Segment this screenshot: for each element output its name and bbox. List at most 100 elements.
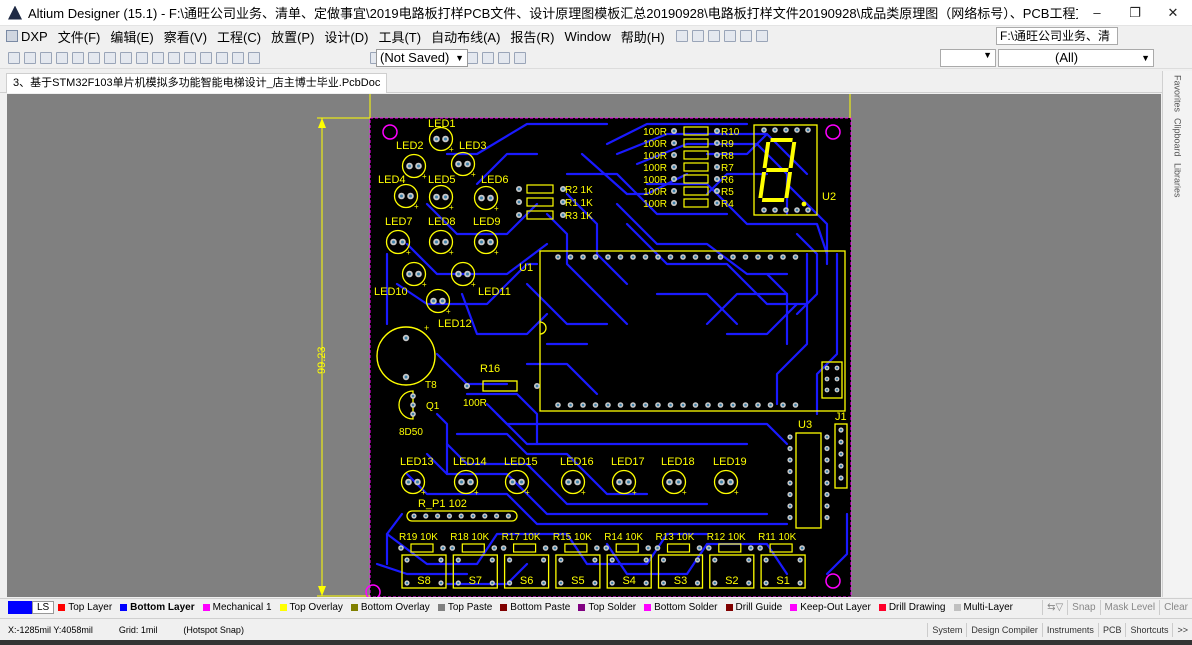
place-text-icon[interactable]: [707, 30, 720, 42]
zoom-fit-icon[interactable]: [88, 51, 100, 64]
pad-hole: [644, 255, 647, 259]
grid-icon[interactable]: [755, 30, 768, 42]
browse-icon[interactable]: [248, 51, 260, 64]
layer-tab-label: Bottom Solder: [654, 601, 718, 613]
menu-window[interactable]: Window: [559, 29, 615, 44]
layer-tab-drill-guide[interactable]: Drill Guide: [722, 602, 787, 613]
panel-button-system[interactable]: System: [927, 622, 966, 637]
panel-tab-libraries[interactable]: Libraries: [1173, 163, 1183, 198]
pad-hole: [439, 558, 443, 562]
pcb-workspace[interactable]: 99.23 + LED1 + LED2 + LED3 + LED4 + LED5 + LED6 + LED…: [7, 94, 1161, 597]
panel-button-pcb[interactable]: PCB: [1097, 622, 1126, 637]
mask-level-button[interactable]: Mask Level: [1099, 599, 1160, 615]
menu-project[interactable]: 工程(C): [212, 27, 266, 46]
layer-tab-mechanical-1[interactable]: Mechanical 1: [199, 602, 276, 613]
align-icon[interactable]: [691, 30, 704, 42]
place-string-icon[interactable]: [498, 51, 510, 64]
menu-file[interactable]: 文件(F): [53, 27, 106, 46]
move-icon[interactable]: [168, 51, 180, 64]
menu-view[interactable]: 察看(V): [159, 27, 212, 46]
pad-hole: [412, 514, 416, 518]
undo-icon[interactable]: [200, 51, 212, 64]
snap-button[interactable]: Snap: [1067, 599, 1099, 615]
menu-place[interactable]: 放置(P): [266, 27, 319, 46]
close-button[interactable]: ✕: [1154, 5, 1192, 21]
led15-pad-k-hole: [520, 480, 523, 484]
led13-pad-a-hole: [407, 480, 410, 484]
side-panel-tabs: Favorites Clipboard Libraries: [1162, 71, 1192, 597]
led4-pad-a-hole: [400, 194, 403, 198]
layer-tab-top-paste[interactable]: Top Paste: [434, 602, 496, 613]
cut-icon[interactable]: [104, 51, 116, 64]
pad-hole: [556, 403, 560, 407]
layer-tab-bottom-paste[interactable]: Bottom Paste: [496, 602, 574, 613]
pad-hole: [544, 546, 547, 550]
align-distribute-icon[interactable]: [723, 30, 736, 42]
layer-select[interactable]: ▼: [940, 49, 996, 67]
filter-select[interactable]: (All) ▼: [998, 49, 1154, 67]
open-icon[interactable]: [24, 51, 36, 64]
pad-hole: [457, 558, 460, 562]
layer-tab-bottom-solder[interactable]: Bottom Solder: [640, 602, 721, 613]
menu-help[interactable]: 帮助(H): [616, 27, 670, 46]
menu-tools[interactable]: 工具(T): [373, 27, 426, 46]
layer-tab-top-layer[interactable]: Top Layer: [54, 602, 116, 613]
paste-icon[interactable]: [136, 51, 148, 64]
expand-panels-icon[interactable]: >>: [1172, 622, 1192, 637]
panel-tab-clipboard[interactable]: Clipboard: [1173, 118, 1183, 157]
panel-button-shortcuts[interactable]: Shortcuts: [1125, 622, 1172, 637]
dxp-icon: [6, 30, 18, 42]
restore-button[interactable]: ❐: [1116, 5, 1154, 21]
document-tab[interactable]: 3、基于STM32F103单片机模拟多功能智能电梯设计_店主博士毕业.PcbDo…: [6, 73, 388, 93]
layer-tab-bottom-layer[interactable]: Bottom Layer: [116, 602, 198, 613]
panel-tab-favorites[interactable]: Favorites: [1173, 75, 1183, 112]
pad-hole: [581, 403, 585, 407]
menu-autoroute[interactable]: 自动布线(A): [426, 27, 505, 46]
minimize-button[interactable]: –: [1078, 5, 1116, 20]
pad-hole: [694, 255, 697, 259]
layer-tab-drill-drawing[interactable]: Drill Drawing: [875, 602, 950, 613]
led17-pad-a-hole: [618, 480, 621, 484]
filter-select-value: (All): [1055, 50, 1079, 65]
led4-polarity: +: [414, 202, 419, 211]
redo-icon[interactable]: [216, 51, 228, 64]
layer-tab-bottom-overlay[interactable]: Bottom Overlay: [347, 602, 434, 613]
menu-dxp[interactable]: DXP: [0, 29, 53, 44]
place-component-icon[interactable]: [482, 51, 494, 64]
clear-button[interactable]: Clear: [1159, 599, 1192, 615]
room-icon[interactable]: [739, 30, 752, 42]
pad-hole: [798, 558, 802, 562]
pad-hole: [744, 403, 747, 407]
zoom-icon[interactable]: [72, 51, 84, 64]
led11-polarity: +: [471, 280, 476, 289]
layer-tab-keep-out[interactable]: Keep-Out Layer: [786, 602, 875, 613]
menu-edit[interactable]: 编辑(E): [105, 27, 158, 46]
layer-scroll-icon[interactable]: ⇆▽: [1042, 599, 1067, 615]
layer-color-icon: [953, 603, 961, 611]
pad-hole: [825, 493, 829, 496]
menu-reports[interactable]: 报告(R): [505, 27, 559, 46]
pad-hole: [581, 255, 585, 259]
pcb-canvas[interactable]: 99.23 +LED1+LED2+LED3+LED4+LED5+LED6+LED…: [7, 94, 1161, 597]
layer-tab-multi-layer[interactable]: Multi-Layer: [950, 602, 1017, 613]
pad-hole: [747, 581, 750, 585]
place-coordinate-icon[interactable]: [514, 51, 526, 64]
project-path-box[interactable]: F:\通旺公司业务、清: [996, 27, 1118, 45]
print-icon[interactable]: [56, 51, 68, 64]
deselect-icon[interactable]: [184, 51, 196, 64]
new-icon[interactable]: [8, 51, 20, 64]
layer-tab-top-solder[interactable]: Top Solder: [574, 602, 640, 613]
layer-tab-top-overlay[interactable]: Top Overlay: [276, 602, 347, 613]
save-icon[interactable]: [40, 51, 52, 64]
interactive-route-icon[interactable]: [675, 30, 688, 42]
menu-design[interactable]: 设计(D): [319, 27, 373, 46]
panel-button-design-compiler[interactable]: Design Compiler: [966, 622, 1042, 637]
variant-select[interactable]: (Not Saved) ▼: [376, 49, 468, 67]
current-layer-swatch[interactable]: LS: [8, 600, 55, 614]
panel-button-instruments[interactable]: Instruments: [1041, 622, 1098, 637]
led11-pad-a-hole: [457, 272, 460, 276]
res-R10-value: 100R: [643, 127, 667, 138]
cross-probe-icon[interactable]: [232, 51, 244, 64]
select-icon[interactable]: [152, 51, 164, 64]
copy-icon[interactable]: [120, 51, 132, 64]
